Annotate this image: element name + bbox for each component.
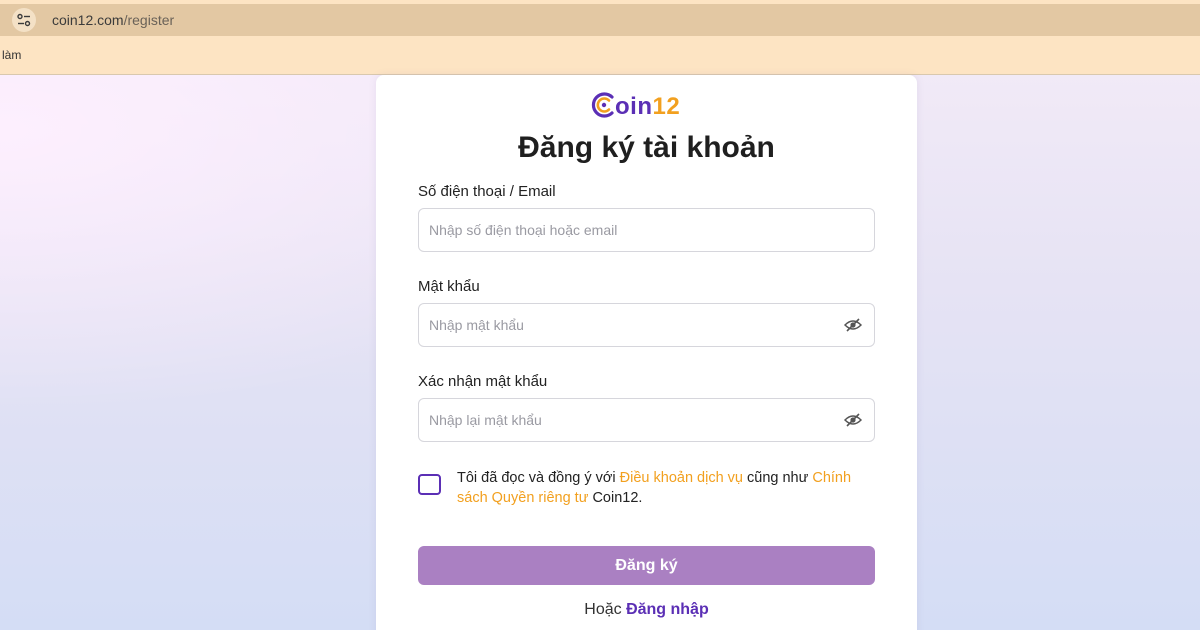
- terms-of-service-link[interactable]: Điều khoản dịch vụ: [620, 470, 743, 486]
- page-title: Đăng ký tài khoản: [518, 131, 775, 164]
- url-text[interactable]: coin12.com/register: [52, 12, 174, 28]
- identifier-input[interactable]: [429, 209, 829, 251]
- eye-slash-icon[interactable]: [844, 412, 862, 428]
- bookmark-item[interactable]: làm: [2, 48, 21, 62]
- terms-prefix: Tôi đã đọc và đồng ý với: [457, 470, 620, 486]
- identifier-field[interactable]: [418, 208, 875, 252]
- login-prompt: Hoặc Đăng nhập: [376, 601, 917, 619]
- brand-logo[interactable]: oin12: [590, 90, 710, 122]
- logo-letters: oin: [615, 93, 653, 120]
- coin-c-icon: [591, 92, 614, 118]
- terms-text: Tôi đã đọc và đồng ý với Điều khoản dịch…: [457, 468, 877, 508]
- tune-icon[interactable]: [12, 8, 36, 32]
- password-label: Mật khẩu: [418, 278, 480, 295]
- password-field[interactable]: [418, 303, 875, 347]
- logo-number: 12: [652, 93, 681, 120]
- url-domain: coin12.com: [52, 12, 124, 28]
- eye-slash-icon[interactable]: [844, 317, 862, 333]
- url-path: /register: [123, 12, 175, 28]
- address-bar[interactable]: coin12.com/register: [0, 4, 1200, 36]
- browser-chrome: coin12.com/register làm: [0, 0, 1200, 75]
- login-prefix: Hoặc: [584, 601, 627, 618]
- terms-suffix: Coin12.: [588, 490, 643, 506]
- logo-text: oin12: [615, 93, 680, 121]
- register-button[interactable]: Đăng ký: [418, 546, 875, 585]
- confirm-password-input[interactable]: [429, 399, 829, 441]
- register-card: oin12 Đăng ký tài khoản Số điện thoại / …: [376, 75, 917, 630]
- confirm-password-field[interactable]: [418, 398, 875, 442]
- terms-middle: cũng như: [742, 470, 813, 486]
- password-input[interactable]: [429, 304, 829, 346]
- confirm-password-label: Xác nhận mật khẩu: [418, 373, 548, 390]
- identifier-label: Số điện thoại / Email: [418, 183, 556, 200]
- terms-checkbox[interactable]: [418, 474, 441, 495]
- login-link[interactable]: Đăng nhập: [626, 601, 709, 618]
